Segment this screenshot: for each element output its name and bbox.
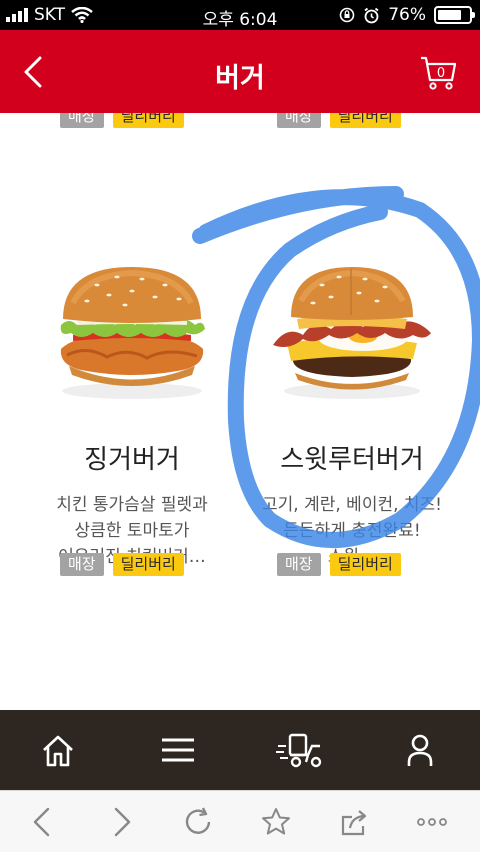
product-card-zinger[interactable]: 징거버거 치킨 통가슴살 필렛과 상큼한 토마토가 어우러진 치킨버거… (12, 263, 252, 570)
cart-button[interactable]: 0 (420, 52, 458, 92)
app-header: 버거 0 (0, 30, 480, 113)
store-tag: 매장 (60, 113, 104, 128)
tag-row-zinger: 매장 딜리버리 (60, 553, 184, 576)
more-icon[interactable] (416, 806, 448, 838)
sweet-rooter-burger-image (273, 267, 431, 399)
person-icon[interactable] (400, 732, 440, 768)
browser-back-icon[interactable] (26, 806, 58, 838)
store-tag: 매장 (60, 553, 104, 576)
product-name: 징거버거 (84, 445, 180, 475)
desc-line: 고기, 계란, 베이컨, 치즈! (262, 495, 442, 515)
desc-line: 치킨 통가슴살 필렛과 (56, 495, 208, 515)
tag-row-top-right: 매장 딜리버리 (277, 113, 401, 128)
product-list: 매장 딜리버리 매장 딜리버리 징거버거 치킨 통가슴살 필렛과 상큼한 토마토… (0, 113, 480, 710)
status-right: 76% (339, 5, 475, 25)
battery-percent: 76% (388, 5, 426, 25)
zinger-burger-image (60, 267, 205, 399)
bottom-nav (0, 710, 480, 790)
product-name: 스윗루터버거 (280, 445, 424, 475)
home-icon[interactable] (38, 732, 78, 768)
browser-toolbar (0, 790, 480, 852)
tag-row-sweet-rooter: 매장 딜리버리 (277, 553, 401, 576)
delivery-tag: 딜리버리 (329, 553, 401, 576)
delivery-tag: 딜리버리 (112, 553, 184, 576)
bookmark-star-icon[interactable] (260, 806, 292, 838)
cart-count: 0 (437, 66, 445, 81)
browser-forward-icon[interactable] (106, 806, 138, 838)
status-bar: SKT 오후 6:04 76% (0, 0, 480, 30)
rotation-lock-icon (339, 7, 355, 23)
delivery-tag: 딜리버리 (329, 113, 401, 128)
page-title: 버거 (215, 63, 265, 94)
store-tag: 매장 (277, 113, 321, 128)
share-icon[interactable] (338, 806, 370, 838)
desc-line: 든든하게 충전완료! (283, 521, 421, 541)
desc-line: 상큼한 토마토가 (74, 521, 190, 541)
product-card-sweet-rooter[interactable]: 스윗루터버거 고기, 계란, 베이컨, 치즈! 든든하게 충전완료! 스윗… (232, 263, 472, 570)
cart-icon: 0 (421, 56, 457, 90)
delivery-tag: 딜리버리 (112, 113, 184, 128)
alarm-icon (364, 7, 379, 23)
battery-icon (434, 6, 475, 24)
reload-icon[interactable] (182, 806, 214, 838)
menu-icon[interactable] (158, 732, 198, 768)
tag-row-top-left: 매장 딜리버리 (60, 113, 184, 128)
store-tag: 매장 (277, 553, 321, 576)
delivery-icon[interactable] (276, 732, 326, 768)
